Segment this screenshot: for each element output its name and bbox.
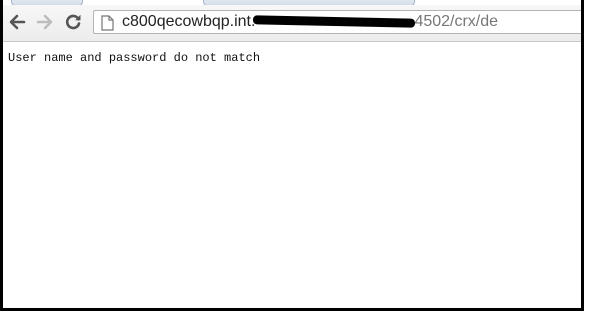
back-button[interactable] <box>6 11 28 33</box>
back-arrow-icon <box>9 14 26 30</box>
frame-border-left <box>0 0 3 311</box>
redaction-mark <box>253 15 416 28</box>
address-bar[interactable]: c800qecowbqp.int. 4502/crx/de <box>93 10 581 34</box>
error-message: User name and password do not match <box>8 51 261 65</box>
reload-icon <box>65 14 81 30</box>
forward-arrow-icon <box>36 14 53 30</box>
url-port: 4502 <box>414 13 451 30</box>
forward-button[interactable] <box>34 11 56 33</box>
browser-toolbar: c800qecowbqp.int. 4502/crx/de <box>3 5 581 42</box>
url-host-start: c800qecowbqp.int. <box>122 13 256 30</box>
page-icon <box>101 15 114 31</box>
browser-window: c800qecowbqp.int. 4502/crx/de User name a… <box>0 0 592 311</box>
reload-button[interactable] <box>62 11 84 33</box>
url-text[interactable]: c800qecowbqp.int. 4502/crx/de <box>122 12 498 32</box>
url-path: /crx/de <box>450 13 499 30</box>
page-content: User name and password do not match <box>3 42 581 308</box>
frame-border-right <box>581 0 584 311</box>
